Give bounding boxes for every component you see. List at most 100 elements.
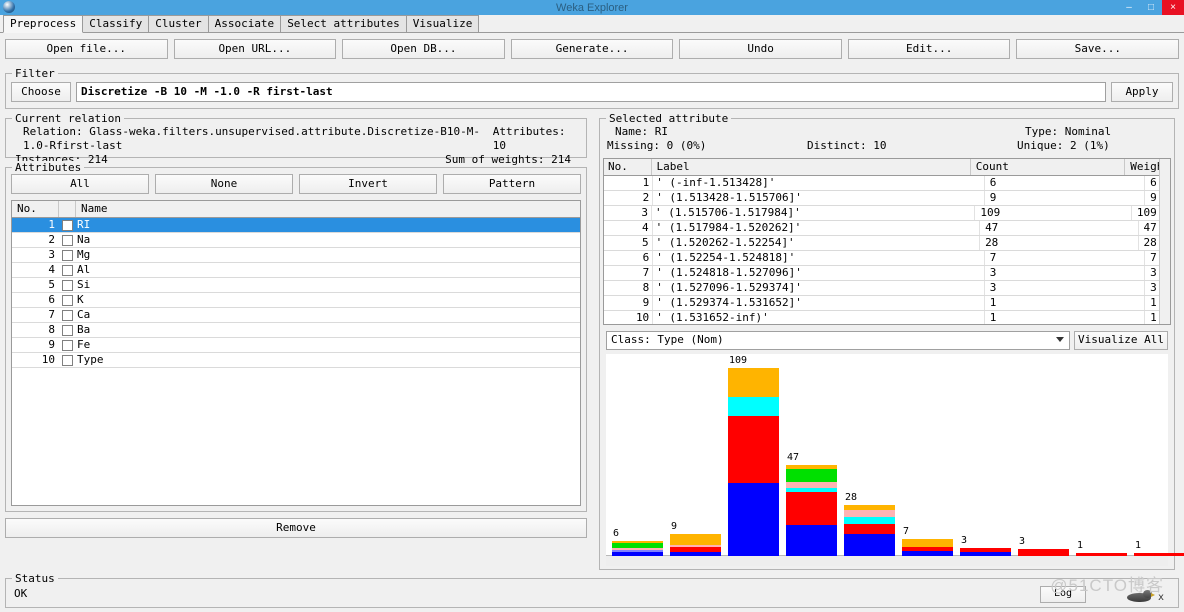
attr-unique-value: 2 (1%)	[1069, 139, 1110, 152]
value-count: 109	[975, 206, 1132, 220]
attribute-row[interactable]: 5 Si	[12, 278, 580, 293]
histogram-bar[interactable]: 7	[902, 526, 953, 556]
histogram-bar[interactable]: 3	[1018, 536, 1069, 556]
table-row[interactable]: 2' (1.513428-1.515706]'99.0	[604, 191, 1170, 206]
values-scrollbar[interactable]	[1159, 159, 1170, 324]
histogram-bar[interactable]: 1	[1076, 540, 1127, 556]
attribute-row[interactable]: 4 Al	[12, 263, 580, 278]
attribute-name: Na	[77, 233, 91, 246]
histogram-bar[interactable]: 9	[670, 521, 721, 556]
attributes-table[interactable]: No. Name 1 RI 2 Na 3 Mg 4 Al 5 Si 6 K 7 Ca 8 Ba 9 Fe 10 Typ…	[11, 200, 581, 506]
table-row[interactable]: 9' (1.529374-1.531652]'11.0	[604, 296, 1170, 311]
minimize-button[interactable]: –	[1118, 0, 1140, 15]
attribute-row[interactable]: 6K	[12, 293, 580, 308]
attribute-checkbox[interactable]	[59, 218, 75, 232]
table-row[interactable]: 6' (1.52254-1.524818]'77.0	[604, 251, 1170, 266]
current-relation-panel: Current relation Relation: Glass-weka.fi…	[5, 112, 587, 166]
histogram-segment	[1018, 549, 1069, 556]
value-no: 2	[604, 191, 654, 205]
tab-associate[interactable]: Associate	[207, 15, 282, 32]
histogram-segment	[844, 517, 895, 524]
remove-button[interactable]: Remove	[5, 518, 587, 538]
filter-value-field[interactable]: Discretize -B 10 -M -1.0 -R first-last	[76, 82, 1106, 102]
attribute-row[interactable]: 1 RI	[12, 218, 580, 233]
class-histogram[interactable]: 6 9 109 47 28 7 3 3 1 1	[606, 354, 1184, 566]
attribute-row[interactable]: 3 Mg	[12, 248, 580, 263]
table-row[interactable]: 3 ' (1.515706-1.517984]' 109 109.0	[604, 206, 1170, 221]
apply-filter-button[interactable]: Apply	[1111, 82, 1173, 102]
attribute-checkbox[interactable]	[59, 278, 75, 292]
current-relation-legend: Current relation	[12, 112, 124, 125]
attribute-values-table[interactable]: No. Label Count Weight 1 ' (-inf-1.513428…	[603, 158, 1171, 325]
window-controls: – □ ×	[1118, 0, 1184, 15]
histogram-bar[interactable]: 3	[960, 535, 1011, 556]
attribute-name: Mg	[77, 248, 91, 261]
bar-count-label: 109	[729, 355, 748, 366]
attribute-checkbox[interactable]	[59, 323, 75, 337]
tab-classify[interactable]: Classify	[82, 15, 150, 32]
attribute-index: 6	[48, 293, 55, 306]
tab-preprocess[interactable]: Preprocess	[3, 15, 84, 33]
table-row[interactable]: 7' (1.524818-1.527096]'33.0	[604, 266, 1170, 281]
histogram-bar[interactable]: 47	[786, 452, 837, 556]
attribute-checkbox[interactable]	[59, 293, 75, 307]
toolbar-button-save[interactable]: Save...	[1016, 39, 1180, 59]
toolbar-button-edit[interactable]: Edit...	[847, 39, 1011, 59]
attribute-checkbox[interactable]	[59, 338, 75, 352]
toolbar-button-generate[interactable]: Generate...	[510, 39, 674, 59]
attribute-row[interactable]: 9 Fe	[12, 338, 580, 353]
table-row[interactable]: 4 ' (1.517984-1.520262]' 47 47.0	[604, 221, 1170, 236]
table-row[interactable]: 5 ' (1.520262-1.52254]' 28 28.0	[604, 236, 1170, 251]
attribute-row[interactable]: 8 Ba	[12, 323, 580, 338]
log-button[interactable]: Log	[1040, 586, 1086, 603]
value-count: 47	[980, 221, 1139, 235]
attr-missing-line: Missing: 0 (0%)	[603, 139, 807, 153]
attribute-checkbox[interactable]	[59, 233, 75, 247]
maximize-button[interactable]: □	[1140, 0, 1162, 15]
value-count: 3	[985, 281, 1146, 295]
attr-name-line: Name: RI	[603, 125, 815, 139]
toolbar-button-open-file[interactable]: Open file...	[5, 39, 168, 59]
histogram-bar[interactable]: 6	[612, 528, 663, 556]
bird-icon	[1125, 589, 1155, 605]
tab-select-attributes[interactable]: Select attributes	[280, 15, 407, 32]
toolbar-button-undo[interactable]: Undo	[679, 39, 842, 59]
attribute-row[interactable]: 7 Ca	[12, 308, 580, 323]
attribute-row[interactable]: 10 Type	[12, 353, 580, 368]
toolbar-button-open-db[interactable]: Open DB...	[342, 39, 505, 59]
attr-button-invert[interactable]: Invert	[299, 174, 437, 194]
choose-filter-button[interactable]: Choose	[11, 82, 71, 102]
close-button[interactable]: ×	[1162, 0, 1184, 15]
attribute-checkbox[interactable]	[59, 248, 75, 262]
attributes-table-header: No. Name	[12, 201, 580, 218]
attr-button-none[interactable]: None	[155, 174, 293, 194]
table-row[interactable]: 10' (1.531652-inf)'11.0	[604, 311, 1170, 324]
attr-button-all[interactable]: All	[11, 174, 149, 194]
remove-wrap: Remove	[5, 518, 587, 538]
bar-count-label: 47	[787, 452, 800, 463]
value-no: 7	[604, 266, 654, 280]
histogram-segment	[612, 552, 663, 556]
attr-distinct-label: Distinct:	[807, 139, 867, 152]
visualize-all-button[interactable]: Visualize All	[1074, 331, 1168, 350]
filter-legend: Filter	[12, 67, 58, 80]
attr-button-pattern[interactable]: Pattern	[443, 174, 581, 194]
attribute-row[interactable]: 2 Na	[12, 233, 580, 248]
histogram-bar[interactable]: 109	[728, 355, 779, 556]
weka-bird-indicator[interactable]: x	[1125, 589, 1164, 605]
tab-visualize[interactable]: Visualize	[405, 15, 480, 32]
attr-name-value: RI	[654, 125, 668, 138]
attribute-checkbox[interactable]	[59, 263, 75, 277]
histogram-bar[interactable]: 1	[1134, 540, 1184, 556]
attr-unique-label: Unique:	[1017, 139, 1064, 152]
chevron-down-icon	[1056, 337, 1064, 342]
toolbar-button-open-url[interactable]: Open URL...	[173, 39, 337, 59]
class-dropdown[interactable]: Class: Type (Nom)	[606, 331, 1070, 350]
attribute-checkbox[interactable]	[59, 308, 75, 322]
table-row[interactable]: 1' (-inf-1.513428]'66.0	[604, 176, 1170, 191]
histogram-bar[interactable]: 28	[844, 492, 895, 556]
tab-cluster[interactable]: Cluster	[148, 15, 209, 32]
attribute-checkbox[interactable]	[59, 353, 75, 367]
bar-count-label: 7	[903, 526, 910, 537]
table-row[interactable]: 8' (1.527096-1.529374]'33.0	[604, 281, 1170, 296]
